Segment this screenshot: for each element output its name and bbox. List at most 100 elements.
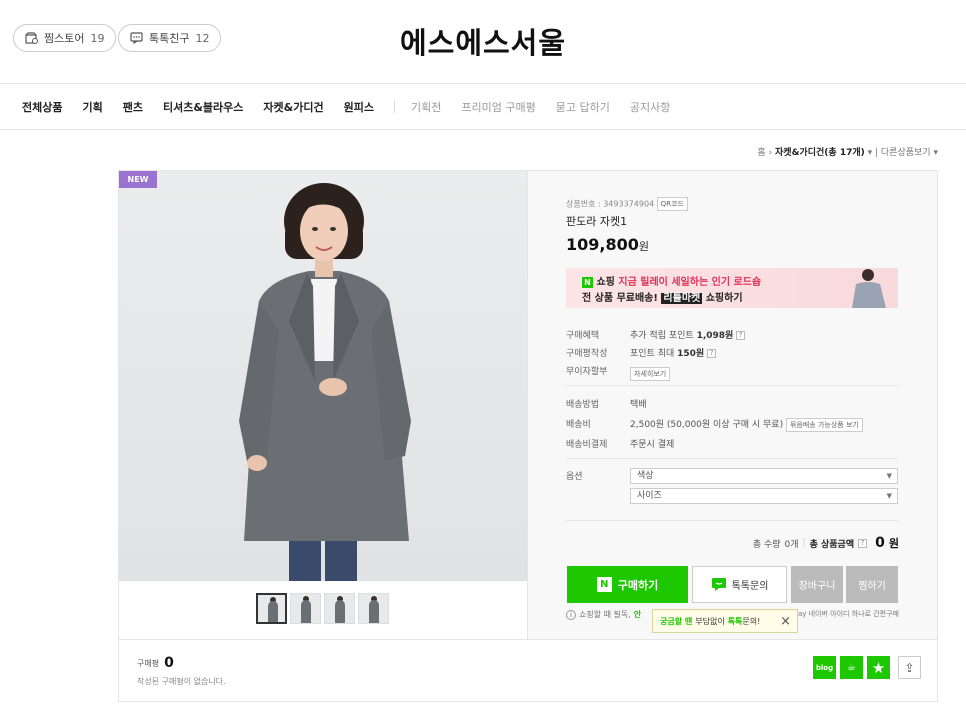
new-badge: NEW: [119, 171, 157, 188]
shipping-method-value: 택배: [630, 400, 647, 410]
banner-model-image: [852, 269, 886, 308]
nav-item-all[interactable]: 전체상품: [22, 99, 62, 115]
product-price-row: 109,800원: [566, 235, 649, 254]
help-icon[interactable]: ?: [707, 349, 717, 358]
thumbnail-1[interactable]: [256, 593, 287, 624]
chevron-down-icon: ▾: [867, 148, 873, 158]
nav-item-notices[interactable]: 공지사항: [630, 99, 670, 115]
banner-shopping-label: 쇼핑: [596, 277, 615, 288]
talk-inquiry-button[interactable]: 톡톡문의: [692, 566, 787, 603]
tooltip-text-3: 톡톡: [727, 616, 743, 626]
chevron-down-icon: ▾: [933, 148, 938, 158]
product-info-panel: 상품번호 : 3493374904 QR코드 판도라 자켓1 109,800원 …: [528, 170, 938, 640]
product-number: 상품번호 : 3493374904: [566, 199, 655, 209]
divider: [566, 520, 898, 521]
notice-highlight: 안: [633, 610, 642, 619]
options-label: 옵션: [566, 472, 583, 482]
installment-detail-button[interactable]: 자세히보기: [630, 366, 671, 381]
banner-highlight-1: 지금 릴레이 세일하는 인기 로드숍: [618, 277, 762, 288]
tooltip-text-4: 문의!: [742, 616, 761, 626]
benefit-label: 구매혜택: [566, 331, 600, 341]
thumbnail-2[interactable]: [290, 593, 321, 624]
help-icon[interactable]: ?: [858, 538, 868, 548]
review-count-row: 구매평 0: [137, 655, 174, 671]
share-icon[interactable]: ⇪: [898, 656, 921, 679]
size-select-value: 사이즈: [637, 491, 662, 501]
nav-item-tshirts[interactable]: 티셔츠&블라우스: [163, 99, 243, 115]
store-header: 찜스토어 19 톡톡친구 12 에스에스서울: [0, 0, 966, 84]
talk-icon: [711, 578, 726, 591]
nav-item-qna[interactable]: 묻고 답하기: [556, 99, 610, 115]
naver-n-icon: N: [596, 577, 612, 592]
nav-divider: [394, 100, 395, 113]
wishlist-button[interactable]: 찜하기: [846, 566, 898, 603]
installment-detail: 자세히보기: [630, 363, 671, 382]
total-amount: 0: [875, 535, 885, 551]
notice-text: 쇼핑할 때 필독,: [579, 610, 631, 619]
nav-item-special[interactable]: 기획: [82, 99, 102, 115]
total-qty: 0개: [784, 539, 799, 550]
banner-shop-now: 쇼핑하기: [705, 293, 743, 304]
review-point-label: 구매평작성: [566, 349, 608, 359]
chevron-down-icon: ▼: [886, 472, 892, 480]
npay-notice: pay 네이버 아이디 하나로 간편구매: [793, 610, 900, 618]
help-icon[interactable]: ?: [736, 331, 746, 340]
total-amount-label: 총 상품금액: [809, 539, 855, 550]
other-products-link[interactable]: 다른상품보기: [881, 148, 931, 158]
purchase-notice: i 쇼핑할 때 필독, 안: [566, 609, 641, 620]
price-unit: 원: [638, 240, 649, 253]
product-price: 109,800: [566, 235, 639, 254]
nav-item-premium-reviews[interactable]: 프리미엄 구매평: [461, 99, 535, 115]
banner-line-2: 전 상품 무료배송! 리틀마켓 쇼핑하기: [582, 289, 743, 304]
nav-item-dresses[interactable]: 원피스: [344, 99, 374, 115]
color-select[interactable]: 색상 ▼: [630, 468, 898, 484]
review-point-value: 포인트 최대 150원 ?: [630, 346, 717, 359]
bundle-shipping-button[interactable]: 묶음배송 가능상품 보기: [785, 417, 863, 432]
size-select[interactable]: 사이즈 ▼: [630, 488, 898, 504]
shipping-method-label: 배송방법: [566, 400, 600, 410]
product-gallery: NEW: [118, 170, 528, 640]
close-icon[interactable]: ×: [780, 614, 791, 629]
qr-code-button[interactable]: QR코드: [656, 197, 688, 211]
store-title[interactable]: 에스에스서울: [0, 20, 966, 62]
thumbnail-3[interactable]: [324, 593, 355, 624]
divider: [566, 385, 898, 386]
breadcrumb-home[interactable]: 홈: [757, 148, 765, 158]
thumbnail-4[interactable]: [358, 593, 389, 624]
product-main-image[interactable]: NEW: [119, 171, 527, 581]
naver-n-icon: N: [582, 277, 593, 288]
promo-banner[interactable]: N 쇼핑 지금 릴레이 세일하는 인기 로드숍 전 상품 무료배송! 리틀마켓 …: [566, 268, 898, 308]
nav-item-pants[interactable]: 팬츠: [123, 99, 143, 115]
star-icon[interactable]: ★: [867, 656, 890, 679]
totals-row: 총 수량 0개 | 총 상품금액 ? 0원: [752, 535, 899, 551]
info-icon: i: [566, 609, 576, 620]
color-select-value: 색상: [637, 471, 654, 481]
shipping-payment-value: 주문시 결제: [630, 440, 675, 450]
breadcrumb-category[interactable]: 자켓&가디건(총 17개): [775, 148, 865, 158]
nav-item-exhibitions[interactable]: 기획전: [411, 99, 441, 115]
total-amount-unit: 원: [888, 537, 899, 550]
review-empty-text: 작성된 구매평이 없습니다.: [137, 677, 226, 686]
buy-now-label: 구매하기: [617, 578, 659, 592]
breadcrumb: 홈 › 자켓&가디건(총 17개) ▾ | 다른상품보기 ▾: [757, 148, 938, 158]
banner-market-tag: 리틀마켓: [661, 293, 703, 304]
thumbnail-strip: [256, 593, 389, 624]
chevron-down-icon: ▼: [886, 492, 892, 500]
review-count: 0: [164, 655, 174, 671]
cart-button[interactable]: 장바구니: [791, 566, 843, 603]
shipping-fee-row: 2,500원 (50,000원 이상 구매 시 무료) 묶음배송 가능상품 보기: [630, 417, 863, 432]
divider: [566, 458, 898, 459]
review-label: 구매평: [137, 658, 160, 668]
tooltip-text-1: 궁금할 땐: [660, 616, 693, 626]
blog-icon[interactable]: blog: [813, 656, 836, 679]
buy-now-button[interactable]: N 구매하기: [567, 566, 688, 603]
product-name: 판도라 자켓1: [566, 215, 628, 228]
nav-item-jackets[interactable]: 자켓&가디건: [263, 99, 323, 115]
banner-free-shipping: 전 상품 무료배송!: [582, 293, 658, 304]
cafe-icon[interactable]: ☕: [840, 656, 863, 679]
total-qty-label: 총 수량: [752, 539, 781, 550]
product-number-row: 상품번호 : 3493374904 QR코드: [566, 197, 688, 211]
tooltip-text-2: 부담없이: [695, 616, 725, 626]
reviews-section: 구매평 0 작성된 구매평이 없습니다. blog ☕ ★ ⇪: [118, 640, 938, 702]
benefit-value: 추가 적립 포인트 1,098원 ?: [630, 328, 746, 341]
